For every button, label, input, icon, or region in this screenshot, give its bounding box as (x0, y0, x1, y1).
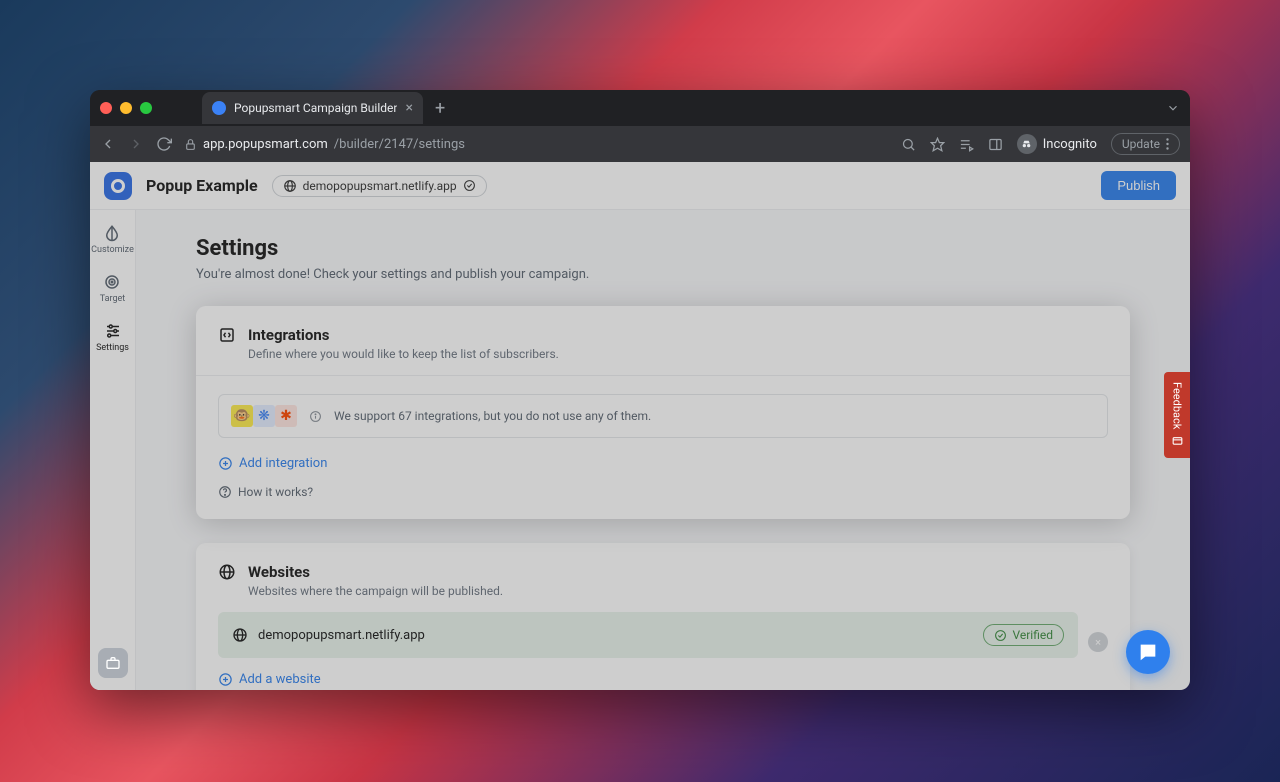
integrations-subtitle: Define where you would like to keep the … (248, 347, 559, 361)
briefcase-button[interactable] (98, 648, 128, 678)
websites-title: Websites (248, 563, 503, 581)
sidebar-item-settings[interactable]: Settings (96, 322, 129, 353)
update-button[interactable]: Update (1111, 133, 1180, 155)
divider (196, 375, 1130, 376)
how-it-works-link[interactable]: How it works? (218, 485, 1108, 499)
bookmark-icon[interactable] (930, 137, 945, 152)
websites-icon (218, 563, 236, 581)
tab-bar: Popupsmart Campaign Builder × + (90, 90, 1190, 126)
remove-website-button[interactable]: × (1088, 632, 1108, 652)
integrations-icon (218, 326, 236, 344)
app-logo[interactable] (104, 172, 132, 200)
integrations-notice: 🐵 ❋ ✱ We support 67 integrations, but yo… (218, 394, 1108, 438)
reload-button[interactable] (156, 136, 172, 152)
globe-icon (232, 627, 248, 643)
domain-text: demopopupsmart.netlify.app (303, 179, 457, 193)
verified-badge: Verified (983, 624, 1064, 646)
zapier-icon: ✱ (275, 405, 297, 427)
app-header: Popup Example demopopupsmart.netlify.app… (90, 162, 1190, 210)
address-bar: app.popupsmart.com/builder/2147/settings… (90, 126, 1190, 162)
globe-icon (283, 179, 297, 193)
incognito-label: Incognito (1043, 137, 1097, 152)
add-integration-link[interactable]: Add integration (218, 456, 1108, 471)
sliders-icon (104, 322, 122, 340)
add-website-link[interactable]: Add a website (218, 672, 1108, 687)
profile-indicator[interactable]: Incognito (1017, 134, 1097, 154)
websites-subtitle: Websites where the campaign will be publ… (248, 584, 503, 598)
chat-button[interactable] (1126, 630, 1170, 674)
playlist-icon[interactable] (959, 137, 974, 152)
integrations-card: Integrations Define where you would like… (196, 306, 1130, 519)
back-button[interactable] (100, 136, 116, 152)
integration-sample-icons: 🐵 ❋ ✱ (231, 405, 297, 427)
panel-icon[interactable] (988, 137, 1003, 152)
mailchimp-icon: 🐵 (231, 405, 253, 427)
url-input[interactable]: app.popupsmart.com/builder/2147/settings (184, 137, 889, 152)
search-icon[interactable] (901, 137, 916, 152)
forward-button[interactable] (128, 136, 144, 152)
left-nav: Customize Target Settings (90, 210, 136, 690)
plus-circle-icon (218, 456, 233, 471)
close-tab-button[interactable]: × (405, 100, 412, 116)
website-domain: demopopupsmart.netlify.app (258, 628, 973, 643)
sendinblue-icon: ❋ (253, 405, 275, 427)
minimize-window-button[interactable] (120, 102, 132, 114)
page-subtitle: You're almost done! Check your settings … (196, 267, 1130, 282)
toolbar-icons: Incognito Update (901, 133, 1180, 155)
browser-tab[interactable]: Popupsmart Campaign Builder × (202, 92, 423, 124)
tabs-dropdown-button[interactable] (1166, 101, 1180, 115)
plus-circle-icon (218, 672, 233, 687)
integrations-notice-text: We support 67 integrations, but you do n… (334, 409, 651, 423)
domain-pill[interactable]: demopopupsmart.netlify.app (272, 175, 487, 197)
check-circle-icon (994, 629, 1007, 642)
app-body: Customize Target Settings Settings You'r… (90, 210, 1190, 690)
website-row: demopopupsmart.netlify.app Verified (218, 612, 1078, 658)
app-viewport: Popup Example demopopupsmart.netlify.app… (90, 162, 1190, 690)
help-icon (218, 485, 232, 499)
info-icon (309, 410, 322, 423)
publish-button[interactable]: Publish (1101, 171, 1176, 200)
url-path: /builder/2147/settings (334, 137, 465, 152)
maximize-window-button[interactable] (140, 102, 152, 114)
feedback-tab[interactable]: Feedback (1164, 372, 1190, 458)
droplet-icon (103, 224, 121, 242)
feedback-icon (1171, 435, 1184, 448)
close-window-button[interactable] (100, 102, 112, 114)
target-icon (103, 273, 121, 291)
incognito-icon (1017, 134, 1037, 154)
sidebar-item-customize[interactable]: Customize (91, 224, 134, 255)
websites-card: Websites Websites where the campaign wil… (196, 543, 1130, 690)
check-circle-icon (463, 179, 476, 192)
campaign-title: Popup Example (146, 176, 258, 195)
content-area[interactable]: Settings You're almost done! Check your … (136, 210, 1190, 690)
tab-title: Popupsmart Campaign Builder (234, 101, 397, 115)
tab-favicon (212, 101, 226, 115)
window-controls (100, 102, 152, 114)
integrations-title: Integrations (248, 326, 559, 344)
url-host: app.popupsmart.com (203, 137, 328, 152)
page-title: Settings (196, 236, 1130, 261)
browser-window: Popupsmart Campaign Builder × + app.popu… (90, 90, 1190, 690)
lock-icon (184, 138, 197, 151)
sidebar-item-target[interactable]: Target (100, 273, 126, 304)
new-tab-button[interactable]: + (435, 98, 445, 119)
